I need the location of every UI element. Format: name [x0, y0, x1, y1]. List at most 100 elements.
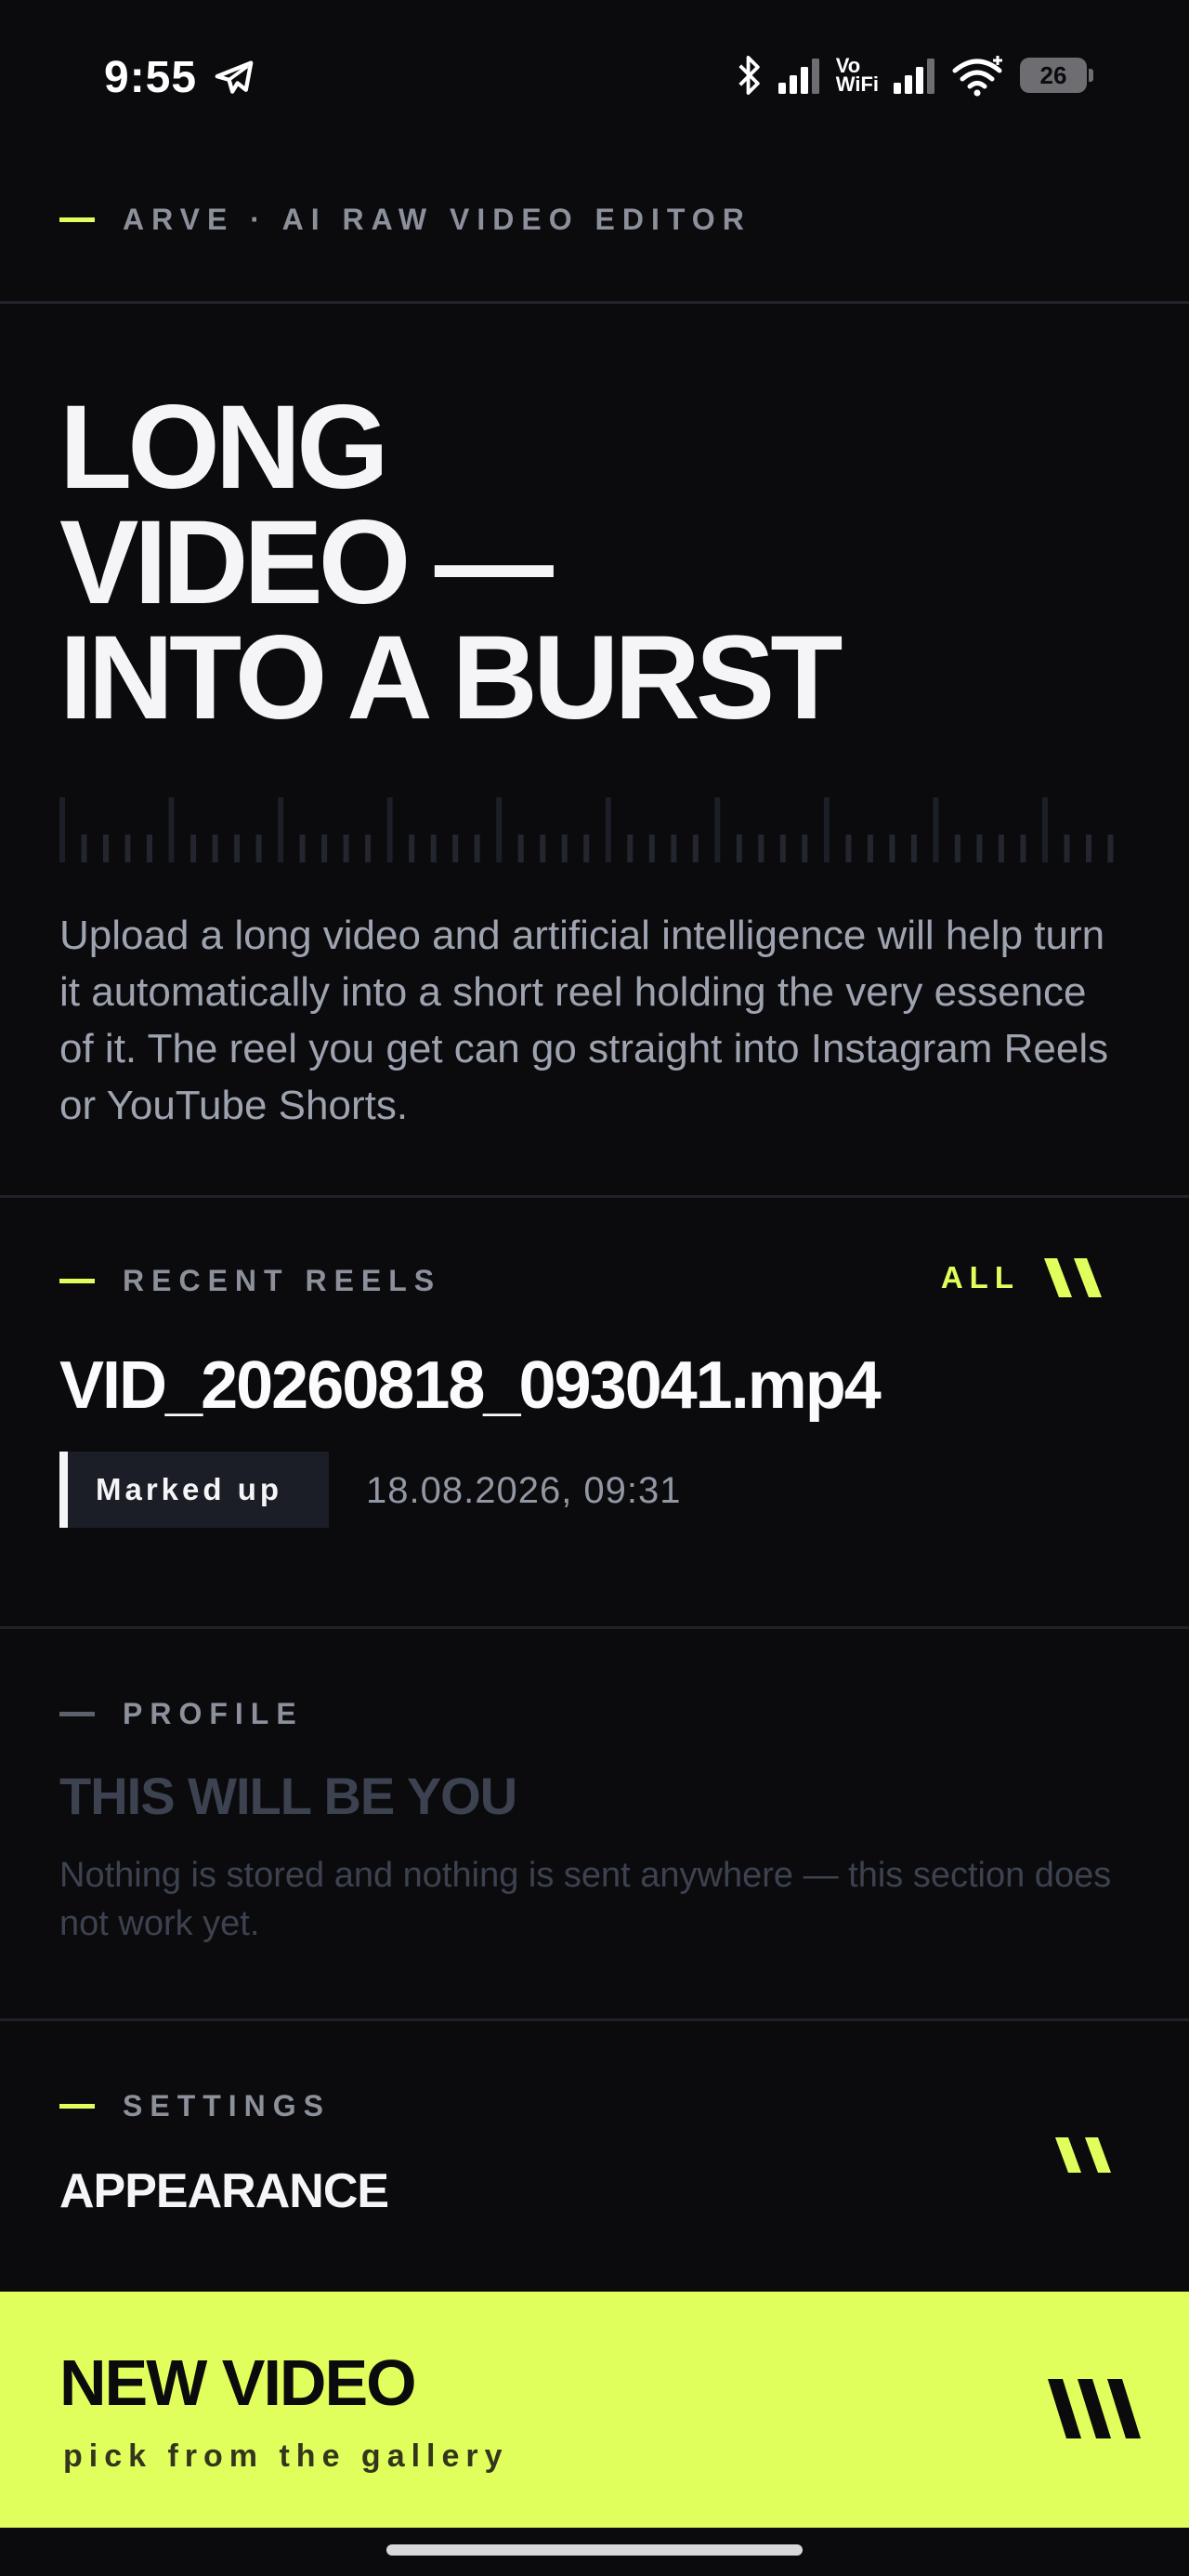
divider [0, 1195, 1189, 1198]
profile-label: PROFILE [123, 1697, 304, 1730]
divider [0, 301, 1189, 304]
tick-mark [779, 835, 786, 862]
muted-dash [59, 1712, 95, 1716]
accent-dash [59, 2104, 95, 2109]
app-screen: 9:55 Vo WiFi 26 ARVE · AI RAW VIDEO EDIT… [0, 0, 1189, 2576]
tick-mark [452, 835, 459, 862]
all-reels-label: ALL [940, 1260, 1020, 1295]
tick-mark [910, 835, 917, 862]
bluetooth-icon [738, 56, 760, 95]
tick-mark [1020, 835, 1026, 862]
new-video-button[interactable]: NEW VIDEO pick from the gallery [0, 2292, 1189, 2528]
tick-mark [758, 835, 764, 862]
battery-level: 26 [1039, 60, 1067, 89]
tick-mark [954, 835, 960, 862]
tick-mark [540, 835, 546, 862]
app-eyebrow: ARVE · AI RAW VIDEO EDITOR [123, 203, 751, 236]
wifi-icon [952, 56, 1002, 97]
tick-mark [365, 835, 372, 862]
recent-reels-header: RECENT REELS [59, 1264, 441, 1298]
home-indicator[interactable] [386, 2544, 803, 2556]
reel-item-date: 18.08.2026, 09:31 [366, 1470, 682, 1511]
hero-title-line: VIDEO — [59, 496, 554, 629]
divider [0, 1626, 1189, 1629]
tick-mark [823, 797, 830, 862]
triple-slash-icon [1048, 2379, 1141, 2438]
profile-header: PROFILE [59, 1697, 304, 1731]
tick-mark [627, 835, 634, 862]
tick-mark [671, 835, 677, 862]
tick-mark [409, 835, 415, 862]
tick-mark [81, 835, 87, 862]
tick-mark [124, 835, 131, 862]
tick-mark [430, 835, 437, 862]
status-time: 9:55 [104, 53, 198, 102]
tick-mark [976, 835, 983, 862]
settings-header: SETTINGS [59, 2089, 331, 2123]
tick-mark [1107, 835, 1114, 862]
tick-mark [889, 835, 895, 862]
tick-mark [103, 835, 109, 862]
tick-mark [1064, 835, 1070, 862]
tick-mark [321, 835, 328, 862]
tick-mark [278, 797, 284, 862]
tick-mark [933, 797, 939, 862]
hero-title-line: INTO A BURST [59, 611, 843, 744]
app-header: ARVE · AI RAW VIDEO EDITOR [59, 203, 751, 237]
tick-mark [212, 835, 218, 862]
signal-icon [894, 59, 934, 94]
tick-mark [474, 835, 480, 862]
tick-mark [255, 835, 262, 862]
status-badge: Marked up [59, 1452, 329, 1528]
reel-item-title[interactable]: VID_20260818_093041.mp4 [59, 1347, 882, 1424]
new-video-title: NEW VIDEO [59, 2346, 417, 2419]
tick-mark [168, 797, 175, 862]
vowifi-bottom-text: WiFi [835, 72, 879, 96]
tick-mark [59, 797, 65, 862]
profile-note: Nothing is stored and nothing is sent an… [59, 1856, 1112, 1943]
tick-mark [496, 797, 503, 862]
double-slash-icon[interactable] [1053, 2137, 1118, 2175]
tick-mark [802, 835, 808, 862]
settings-appearance-item[interactable]: APPEARANCE [59, 2163, 389, 2219]
status-icons: Vo WiFi 26 [736, 54, 1093, 97]
status-badge-label: Marked up [96, 1472, 283, 1506]
tick-mark [147, 835, 152, 862]
tick-mark [867, 835, 873, 862]
hero-title: LONG VIDEO — INTO A BURST [59, 381, 843, 744]
timeline-ticks-decoration [59, 797, 1114, 862]
tick-mark [692, 835, 699, 862]
double-slash-icon [1044, 1258, 1102, 1297]
tick-mark [517, 835, 524, 862]
tick-mark [234, 835, 241, 862]
tick-mark [1042, 797, 1048, 862]
accent-dash [59, 217, 95, 222]
all-reels-link[interactable]: ALL [941, 1258, 1105, 1297]
tick-mark [998, 835, 1004, 862]
telegram-icon [215, 60, 254, 94]
vowifi-icon: Vo WiFi [835, 56, 879, 96]
tick-mark [343, 835, 349, 862]
profile-title: THIS WILL BE YOU [59, 1767, 517, 1825]
divider [0, 2018, 1189, 2021]
status-bar: 9:55 Vo WiFi 26 [0, 0, 1189, 158]
tick-mark [190, 835, 197, 862]
tick-mark [714, 797, 721, 862]
tick-mark [386, 797, 393, 862]
tick-mark [561, 835, 568, 862]
hero-description: Upload a long video and artificial intel… [59, 913, 1109, 1128]
tick-mark [583, 835, 590, 862]
tick-mark [299, 835, 306, 862]
tick-mark [605, 797, 611, 862]
accent-dash [59, 1279, 95, 1283]
tick-mark [1086, 835, 1091, 862]
tick-mark [736, 835, 742, 862]
tick-mark [648, 835, 655, 862]
recent-reels-label: RECENT REELS [123, 1264, 442, 1297]
tick-mark [845, 835, 852, 862]
settings-label: SETTINGS [123, 2089, 332, 2123]
battery-icon: 26 [1020, 58, 1093, 93]
new-video-subtitle: pick from the gallery [63, 2438, 509, 2474]
signal-icon [777, 59, 819, 94]
hero-title-line: LONG [59, 381, 389, 514]
